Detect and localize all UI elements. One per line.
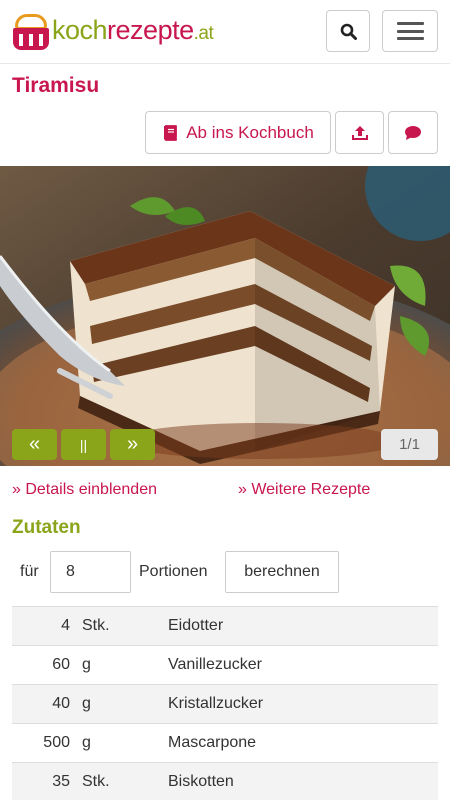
ingredient-unit: g — [70, 645, 168, 685]
calculate-portions-button[interactable]: berechnen — [225, 551, 339, 593]
ingredient-row: 60 g Vanillezucker — [12, 645, 438, 685]
gallery-counter: 1/1 — [381, 429, 438, 460]
ingredient-row: 40 g Kristallzucker — [12, 684, 438, 724]
ingredient-row: 500 g Mascarpone — [12, 723, 438, 763]
hamburger-menu-icon — [396, 22, 424, 40]
search-button[interactable] — [326, 10, 370, 52]
ingredient-name: Kristallzucker — [168, 684, 438, 724]
ingredient-row: 35 Stk. Biskotten — [12, 762, 438, 800]
ingredient-name: Mascarpone — [168, 723, 438, 763]
add-to-cookbook-label: Ab ins Kochbuch — [186, 122, 314, 142]
comment-icon — [405, 125, 421, 140]
logo-text-koch: koch — [52, 15, 108, 45]
ingredient-unit: g — [70, 723, 168, 763]
site-logo[interactable]: kochrezepte.at — [12, 11, 214, 53]
more-recipes-link[interactable]: » Weitere Rezepte — [238, 481, 370, 499]
ingredients-table: 4 Stk. Eidotter 60 g Vanillezucker 40 g … — [12, 606, 438, 800]
comment-button[interactable] — [388, 111, 438, 154]
portions-label: Portionen — [139, 563, 208, 580]
ingredient-amount: 35 — [12, 762, 70, 800]
ingredient-name: Vanillezucker — [168, 645, 438, 685]
ingredient-amount: 60 — [12, 645, 70, 685]
ingredient-name: Eidotter — [168, 606, 438, 646]
site-header: kochrezepte.at — [0, 0, 450, 64]
add-to-cookbook-button[interactable]: Ab ins Kochbuch — [145, 111, 331, 154]
ingredient-unit: g — [70, 684, 168, 724]
tiramisu-photo-illustration — [0, 166, 450, 466]
gallery-next-button[interactable]: » — [110, 429, 155, 460]
search-icon — [340, 23, 357, 40]
menu-button[interactable] — [382, 10, 438, 52]
logo-text: kochrezepte.at — [52, 11, 214, 53]
portions-for-label: für — [20, 563, 39, 580]
ingredient-row: 4 Stk. Eidotter — [12, 606, 438, 646]
ingredients-heading: Zutaten — [12, 517, 81, 538]
ingredient-amount: 4 — [12, 606, 70, 646]
ingredient-name: Biskotten — [168, 762, 438, 800]
portions-input[interactable] — [50, 551, 131, 593]
gallery-pause-button[interactable]: || — [61, 429, 106, 460]
recipe-photo — [0, 166, 450, 466]
ingredient-amount: 40 — [12, 684, 70, 724]
show-details-link[interactable]: » Details einblenden — [12, 481, 157, 499]
logo-text-tld: .at — [193, 23, 214, 44]
share-button[interactable] — [335, 111, 384, 154]
recipe-title: Tiramisu — [12, 74, 100, 97]
ingredient-unit: Stk. — [70, 606, 168, 646]
ingredient-unit: Stk. — [70, 762, 168, 800]
share-upload-icon — [351, 125, 368, 140]
logo-text-rezepte: rezepte — [107, 15, 194, 45]
book-icon — [164, 124, 178, 141]
ingredient-amount: 500 — [12, 723, 70, 763]
gallery-previous-button[interactable]: « — [12, 429, 57, 460]
chef-pot-logo-icon — [12, 14, 50, 50]
